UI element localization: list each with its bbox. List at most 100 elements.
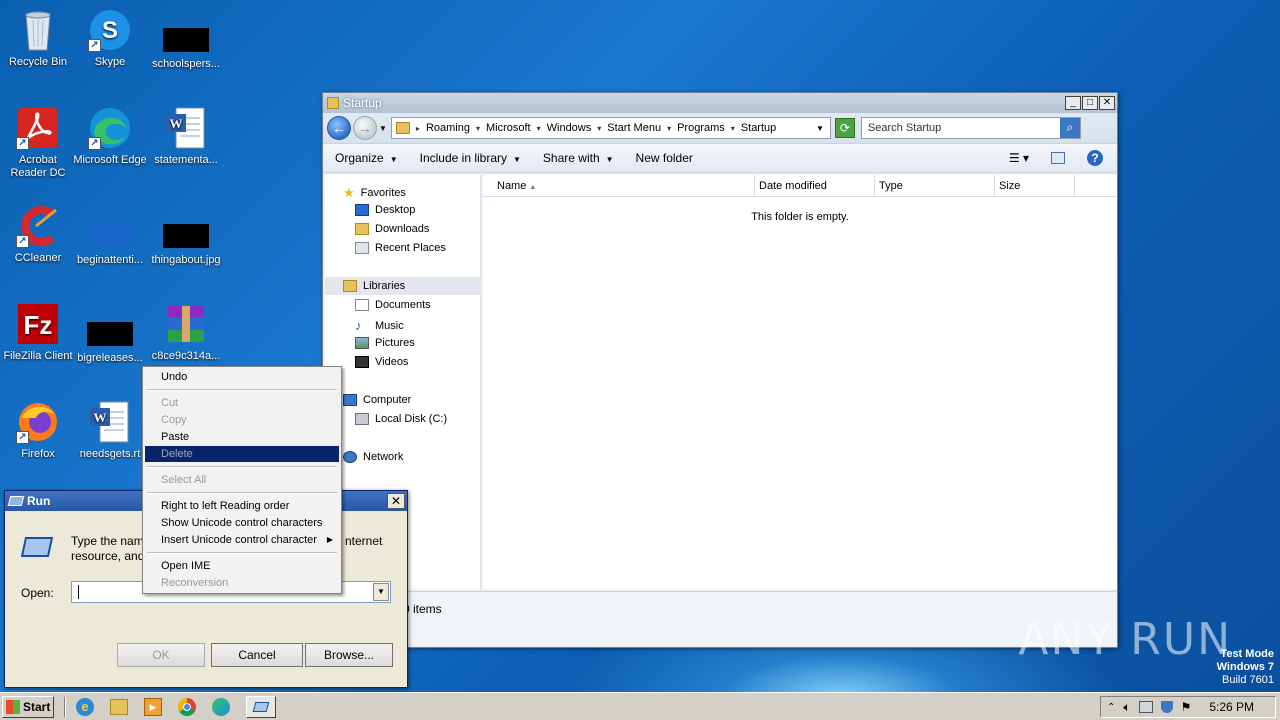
- desktop-icon-edge[interactable]: ↗ Microsoft Edge: [72, 106, 148, 167]
- search-icon[interactable]: ⌕: [1059, 118, 1080, 138]
- menu-select-all[interactable]: Select All: [145, 472, 339, 488]
- include-in-library-menu[interactable]: Include in library ▼: [420, 151, 521, 165]
- menu-open-ime[interactable]: Open IME: [145, 558, 339, 574]
- menu-reconversion[interactable]: Reconversion: [145, 575, 339, 591]
- column-size[interactable]: Size: [995, 175, 1075, 196]
- menu-delete[interactable]: Delete: [145, 446, 339, 462]
- menu-copy[interactable]: Copy: [145, 412, 339, 428]
- nav-desktop[interactable]: Desktop: [355, 204, 415, 216]
- desktop-icon-skype[interactable]: S ↗ Skype: [72, 8, 148, 69]
- share-with-menu[interactable]: Share with ▼: [543, 151, 614, 165]
- desktop-icon-needsgets[interactable]: W needsgets.rt: [72, 400, 148, 461]
- menu-undo[interactable]: Undo: [145, 369, 339, 385]
- desktop-icon-schoolspers[interactable]: schoolspers...: [148, 8, 224, 71]
- close-button[interactable]: ✕: [387, 493, 405, 509]
- refresh-button[interactable]: ⟳: [834, 118, 855, 138]
- show-hidden-icons-button[interactable]: ⌃: [1107, 702, 1115, 713]
- desktop-icon-c8ce9c314a[interactable]: c8ce9c314a...: [148, 302, 224, 363]
- nav-documents[interactable]: Documents: [355, 299, 431, 311]
- nav-network[interactable]: Network: [343, 451, 403, 463]
- file-list[interactable]: Name ▲ Date modified Type Size This fold…: [483, 175, 1117, 589]
- breadcrumb-separator[interactable]: ▾: [537, 124, 541, 133]
- desktop-icon-firefox[interactable]: ↗ Firefox: [0, 400, 76, 461]
- desktop-icon-beginattenti[interactable]: beginattenti...: [72, 204, 148, 267]
- action-center-flag-icon[interactable]: ⚑: [1181, 700, 1192, 714]
- desktop-icon-ccleaner[interactable]: ↗ CCleaner: [0, 204, 76, 265]
- desktop-icon-recycle-bin[interactable]: Recycle Bin: [0, 8, 76, 69]
- breadcrumb-start-menu[interactable]: Start Menu: [607, 122, 661, 134]
- recent-places-icon: [355, 242, 369, 254]
- new-folder-button[interactable]: New folder: [636, 151, 693, 165]
- address-row: ← → ▼ ▸ Roaming ▾ Microsoft ▾ Windows ▾ …: [323, 113, 1117, 143]
- breadcrumb-separator[interactable]: ▾: [597, 124, 601, 133]
- media-player-icon[interactable]: ▶: [144, 697, 162, 716]
- breadcrumb-separator[interactable]: ▾: [731, 124, 735, 133]
- menu-rtl-reading-order[interactable]: Right to left Reading order: [145, 498, 339, 514]
- menu-show-unicode[interactable]: Show Unicode control characters: [145, 515, 339, 531]
- maximize-button[interactable]: □: [1082, 96, 1098, 110]
- nav-recent-places[interactable]: Recent Places: [355, 242, 446, 254]
- nav-pictures[interactable]: Pictures: [355, 337, 415, 349]
- desktop-icon-statementa[interactable]: W statementa...: [148, 106, 224, 167]
- close-button[interactable]: ✕: [1099, 96, 1115, 110]
- desktop-icon: [355, 204, 369, 216]
- explorer-titlebar[interactable]: Startup _ □ ✕: [323, 93, 1117, 113]
- security-shield-icon[interactable]: [1160, 701, 1173, 713]
- desktop-icon-thingabout[interactable]: thingabout.jpg: [148, 204, 224, 267]
- nav-favorites[interactable]: ★ Favorites: [343, 185, 406, 201]
- breadcrumb-separator[interactable]: ▾: [667, 124, 671, 133]
- desktop-icon-acrobat[interactable]: ↗ Acrobat Reader DC: [0, 106, 76, 180]
- ok-button[interactable]: OK: [117, 643, 205, 667]
- combobox-dropdown-icon[interactable]: ▼: [373, 583, 389, 601]
- column-name[interactable]: Name ▲: [483, 175, 755, 196]
- desktop-icon-bigreleases[interactable]: bigreleases...: [72, 302, 148, 365]
- help-icon[interactable]: ?: [1087, 150, 1103, 166]
- nav-libraries[interactable]: Libraries: [343, 280, 405, 292]
- browse-button[interactable]: Browse...: [305, 643, 393, 667]
- column-headers: Name ▲ Date modified Type Size: [483, 175, 1117, 197]
- breadcrumb-windows[interactable]: Windows: [547, 122, 592, 134]
- chrome-icon[interactable]: [178, 697, 196, 716]
- column-type[interactable]: Type: [875, 175, 995, 196]
- chevron-down-icon[interactable]: ▼: [379, 124, 387, 133]
- edge-taskbar-icon[interactable]: [212, 697, 230, 716]
- nav-music[interactable]: ♪ Music: [355, 318, 404, 333]
- menu-cut[interactable]: Cut: [145, 395, 339, 411]
- address-dropdown-icon[interactable]: ▼: [816, 124, 824, 133]
- nav-computer[interactable]: Computer: [343, 394, 411, 406]
- breadcrumb-startup[interactable]: Startup: [741, 122, 776, 134]
- run-taskbar-button[interactable]: [246, 695, 276, 718]
- filezilla-icon: Fz: [16, 302, 60, 346]
- start-button[interactable]: Start: [2, 695, 54, 718]
- shortcut-arrow-icon: ↗: [16, 235, 29, 248]
- view-options-icon[interactable]: ☰ ▾: [1009, 151, 1029, 165]
- breadcrumb-programs[interactable]: Programs: [677, 122, 725, 134]
- pictures-icon: [355, 337, 369, 349]
- breadcrumb-microsoft[interactable]: Microsoft: [486, 122, 531, 134]
- nav-local-disk[interactable]: Local Disk (C:): [355, 413, 447, 425]
- preview-pane-icon[interactable]: [1051, 152, 1065, 164]
- explorer-taskbar-icon[interactable]: [110, 698, 128, 715]
- shortcut-arrow-icon: ↗: [88, 137, 101, 150]
- nav-downloads[interactable]: Downloads: [355, 223, 429, 235]
- search-input[interactable]: Search Startup ⌕: [860, 117, 1081, 139]
- volume-icon[interactable]: 🔈︎: [1123, 700, 1130, 715]
- address-bar[interactable]: ▸ Roaming ▾ Microsoft ▾ Windows ▾ Start …: [390, 117, 831, 139]
- system-tray: ⌃ 🔈︎ ⚑ 5:26 PM: [1100, 696, 1276, 718]
- desktop-icon-filezilla[interactable]: Fz FileZilla Client: [0, 302, 76, 363]
- menu-paste[interactable]: Paste: [145, 429, 339, 445]
- forward-button[interactable]: →: [353, 116, 377, 140]
- desktop-icon-label: bigreleases...: [77, 352, 143, 364]
- network-tray-icon[interactable]: [1138, 701, 1153, 713]
- minimize-button[interactable]: _: [1065, 96, 1081, 110]
- internet-explorer-icon[interactable]: e: [76, 697, 94, 716]
- cancel-button[interactable]: Cancel: [211, 643, 303, 667]
- breadcrumb-separator[interactable]: ▾: [476, 124, 480, 133]
- nav-videos[interactable]: Videos: [355, 356, 408, 368]
- breadcrumb-roaming[interactable]: Roaming: [426, 122, 470, 134]
- menu-insert-unicode[interactable]: Insert Unicode control character ▶: [145, 532, 339, 548]
- column-date-modified[interactable]: Date modified: [755, 175, 875, 196]
- back-button[interactable]: ←: [327, 116, 351, 140]
- clock[interactable]: 5:26 PM: [1209, 700, 1254, 714]
- organize-menu[interactable]: Organize ▼: [335, 151, 398, 165]
